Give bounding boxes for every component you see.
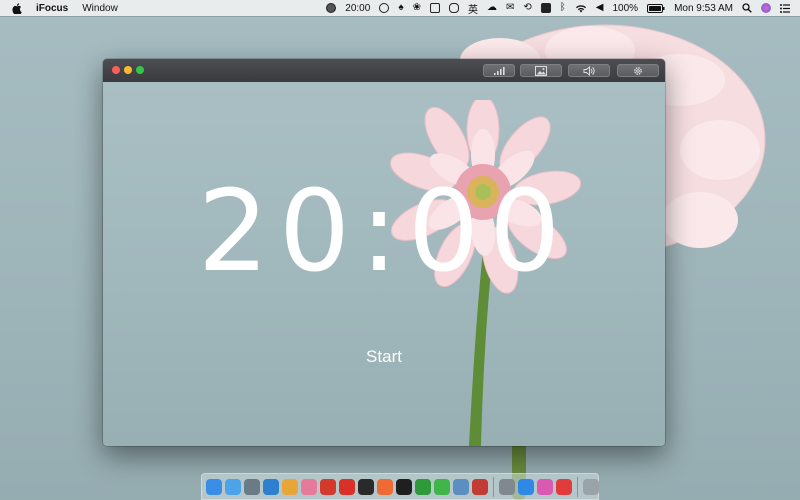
desktop: iFocus Window 20:00 ♠ ❀ 英 ☁ ✉ ⟲ ᛒ ◀ 100% <box>0 0 800 500</box>
siri-icon[interactable] <box>761 3 771 13</box>
zoom-button[interactable] <box>136 66 144 74</box>
wps-icon[interactable] <box>472 478 488 495</box>
preview-icon[interactable] <box>453 478 469 495</box>
bluetooth-icon[interactable]: ᛒ <box>560 3 566 13</box>
battery-percent[interactable]: 100% <box>613 3 639 14</box>
swift-icon[interactable] <box>377 478 393 495</box>
ifocus-window: 20:00 Start <box>103 59 665 446</box>
screen-icon[interactable] <box>430 3 441 13</box>
close-button[interactable] <box>112 66 120 74</box>
launchpad-icon[interactable] <box>225 478 241 495</box>
search-icon[interactable] <box>742 3 752 13</box>
minimize-button[interactable] <box>124 66 132 74</box>
todo-icon[interactable] <box>556 478 572 495</box>
settings-button[interactable] <box>617 64 659 77</box>
timer-status-text[interactable]: 20:00 <box>345 3 370 14</box>
apple-menu-icon[interactable] <box>12 2 22 14</box>
sound-button[interactable] <box>568 64 610 77</box>
wechat-icon[interactable] <box>434 478 450 495</box>
time-machine-icon[interactable]: ⟲ <box>523 3 531 13</box>
downloads-icon[interactable] <box>244 478 260 495</box>
stats-button[interactable] <box>483 64 515 77</box>
itunes-icon[interactable] <box>537 478 553 495</box>
display-icon[interactable] <box>540 3 551 13</box>
app-store-icon[interactable] <box>518 478 534 495</box>
window-menu[interactable]: Window <box>82 3 118 14</box>
qq-icon[interactable] <box>358 478 374 495</box>
notification-center-icon[interactable] <box>780 3 790 13</box>
evernote-icon[interactable] <box>415 478 431 495</box>
terminal-icon[interactable] <box>396 478 412 495</box>
finder-icon[interactable] <box>206 478 222 495</box>
chrome-icon[interactable] <box>282 478 298 495</box>
app-menu[interactable]: iFocus <box>36 3 68 14</box>
volume-icon[interactable]: ◀ <box>596 3 604 13</box>
settings-icon <box>634 66 642 75</box>
dock-separator <box>493 476 494 497</box>
menu-bar: iFocus Window 20:00 ♠ ❀ 英 ☁ ✉ ⟲ ᛒ ◀ 100% <box>0 0 800 16</box>
photos-icon[interactable] <box>301 478 317 495</box>
image-button[interactable] <box>520 64 562 77</box>
evernote-icon[interactable]: ❀ <box>413 3 421 13</box>
image-icon <box>535 65 547 76</box>
dock <box>201 473 599 500</box>
wifi-icon[interactable] <box>575 4 587 13</box>
sound-icon <box>583 65 595 76</box>
input-method-indicator[interactable]: 英 <box>468 1 478 16</box>
netease-music-icon[interactable] <box>320 478 336 495</box>
wechat-icon[interactable]: ✉ <box>506 3 514 13</box>
browser-icon[interactable] <box>449 3 460 13</box>
tree-icon[interactable]: ♠ <box>398 3 403 13</box>
system-preferences-icon[interactable] <box>499 478 515 495</box>
stats-icon <box>494 66 505 75</box>
trash-icon[interactable] <box>583 478 599 495</box>
chat-icon[interactable]: ☁ <box>487 3 497 13</box>
dock-separator <box>577 476 578 497</box>
menu-clock[interactable]: Mon 9:53 AM <box>674 3 733 14</box>
upload-icon[interactable] <box>379 3 390 13</box>
xcode-icon[interactable] <box>263 478 279 495</box>
title-bar[interactable] <box>103 59 665 82</box>
timer-status-icon[interactable] <box>326 3 337 13</box>
app-red-icon[interactable] <box>339 478 355 495</box>
battery-icon[interactable] <box>647 3 665 13</box>
timer-view: 20:00 Start <box>103 82 665 446</box>
start-button[interactable]: Start <box>353 345 415 369</box>
timer-display: 20:00 <box>197 167 571 297</box>
